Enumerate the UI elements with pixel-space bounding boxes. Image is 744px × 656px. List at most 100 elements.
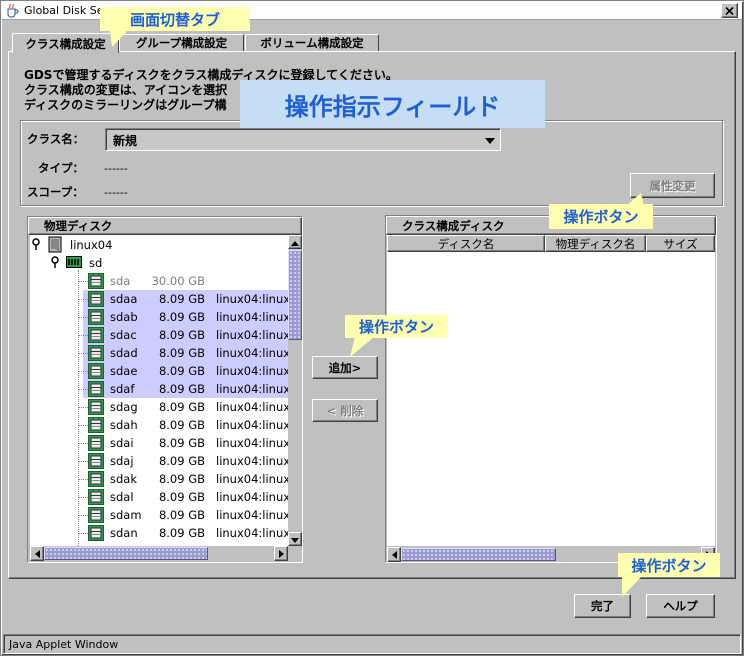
disk-host: linux04:linux0 [216,364,288,378]
class-scope-value: ------ [104,186,128,199]
disk-size: 8.09 GB [158,400,205,414]
scroll-down-button[interactable] [288,532,302,546]
status-bar: Java Applet Window [3,634,741,654]
disk-row-sdak[interactable]: sdak 8.09 GB linux04:linux0 [30,470,288,488]
disk-row-sdaj[interactable]: sdaj 8.09 GB linux04:linux0 [30,452,288,470]
disk-size: 8.09 GB [158,472,205,486]
disk-size: 8.09 GB [158,526,205,540]
tree-node-host[interactable]: linux04 [30,236,288,254]
disk-host: linux04:linux [216,508,288,522]
disk-row-sdan[interactable]: sdan 8.09 GB linux04:linux0 [30,524,288,542]
disk-icon [88,345,104,361]
disk-size: 8.09 GB [158,454,205,468]
disk-host: linux04:linux0 [216,346,288,360]
tree-connector [78,353,88,354]
column-header-disk-name[interactable]: ディスク名 [387,235,545,252]
disk-icon [88,273,104,289]
disk-icon [88,291,104,307]
disk-size: 8.09 GB [158,310,205,324]
disk-name: sdan [110,526,138,540]
disk-size: 8.09 GB [158,418,205,432]
disk-name: sdam [110,508,142,522]
tree-handle-icon[interactable] [31,237,41,254]
tree-connector [78,461,88,462]
scroll-up-button[interactable] [288,235,302,249]
disk-row-sdal[interactable]: sdal 8.09 GB linux04:linux0 [30,488,288,506]
disk-name: sdai [110,436,134,450]
disk-host: linux04:linux0 [216,310,288,324]
disk-icon [88,327,104,343]
tree-connector [78,443,88,444]
disk-size: 8.09 GB [158,346,205,360]
disk-host: linux04:linux0 [216,400,288,414]
close-button[interactable] [721,3,738,18]
disk-name: sdal [110,490,134,504]
disk-row-sdae[interactable]: sdae 8.09 GB linux04:linux0 [30,362,288,380]
tree-connector [78,281,88,282]
class-disk-horizontal-scroll-thumb[interactable] [401,548,556,561]
class-name-value: 新規 [113,134,138,148]
java-cup-icon [5,3,19,18]
help-button[interactable]: ヘルプ [646,594,715,618]
physical-disk-title: 物理ディスク [28,217,302,235]
disk-group-name: sd [89,256,103,270]
callout-instruction-field: 操作指示フィールド [240,80,545,128]
arrow-down-icon [291,532,299,546]
column-header-physical-disk-name[interactable]: 物理ディスク名 [545,235,646,252]
arrow-left-icon [34,547,40,561]
chevron-down-icon[interactable] [484,135,496,145]
disk-host: linux04:linux0 [216,490,288,504]
disk-row-sdah[interactable]: sdah 8.09 GB linux04:linux0 [30,416,288,434]
disk-icon [88,417,104,433]
tab-volume-config[interactable]: ボリューム構成設定 [245,34,379,51]
add-button[interactable]: 追加> [312,356,378,379]
disk-array-icon [66,255,82,272]
class-disk-table-body[interactable] [387,252,715,546]
disk-host: linux04:linux0 [216,436,288,450]
arrow-right-icon [278,547,284,561]
finish-button[interactable]: 完了 [574,594,631,618]
disk-host: linux04:linux0 [216,328,288,342]
tree-connector [78,533,88,534]
disk-size: 30.00 GB [151,274,205,288]
scroll-left-button[interactable] [387,547,401,562]
remove-button[interactable]: < 削除 [312,399,378,422]
tree-horizontal-scroll-thumb[interactable] [44,547,208,560]
tree-connector [78,299,88,300]
disk-row-sdag[interactable]: sdag 8.09 GB linux04:linux0 [30,398,288,416]
disk-name: sdab [110,310,138,324]
disk-row-sda[interactable]: sda 30.00 GB [30,272,288,290]
class-name-select[interactable]: 新規 [105,128,501,151]
disk-icon [88,471,104,487]
disk-name: sdad [110,346,138,360]
disk-size: 8.09 GB [158,490,205,504]
disk-size: 8.09 GB [158,508,205,522]
disk-row-sdab[interactable]: sdab 8.09 GB linux04:linux0 [30,308,288,326]
disk-host: linux04:linux0 [216,292,288,306]
tree-vertical-scroll-thumb[interactable] [288,250,302,340]
column-header-size[interactable]: サイズ [646,235,715,252]
class-name-label: クラス名： [27,132,85,146]
callout-tab-switch: 画面切替タブ [100,7,250,31]
disk-row-sdai[interactable]: sdai 8.09 GB linux04:linux0 [30,434,288,452]
change-attributes-button[interactable]: 属性変更 [630,173,715,198]
scroll-right-button[interactable] [274,546,288,561]
physical-disk-tree[interactable]: linux04 sd sda 30.00 GB sdaa 8.09 GB linux04… [30,235,288,546]
tab-group-config[interactable]: グループ構成設定 [119,34,244,51]
tree-handle-icon[interactable] [50,255,60,272]
tab-class-config[interactable]: クラス構成設定 [12,33,119,53]
disk-host: linux04:linux0 [216,382,288,396]
disk-row-sdaa[interactable]: sdaa 8.09 GB linux04:linux0 [30,290,288,308]
disk-row-sdam[interactable]: sdam 8.09 GB linux04:linux [30,506,288,524]
disk-row-sdac[interactable]: sdac 8.09 GB linux04:linux0 [30,326,288,344]
tree-node-disk-group[interactable]: sd [30,254,288,272]
host-name: linux04 [70,238,113,252]
window-title: Global Disk Se [24,4,104,17]
tree-connector [78,515,88,516]
tree-connector [78,479,88,480]
disk-row-sdaf[interactable]: sdaf 8.09 GB linux04:linux0 [30,380,288,398]
disk-row-sdad[interactable]: sdad 8.09 GB linux04:linux0 [30,344,288,362]
scroll-left-button[interactable] [30,546,44,561]
disk-name: sdae [110,364,138,378]
disk-host: linux04:linux0 [216,418,288,432]
